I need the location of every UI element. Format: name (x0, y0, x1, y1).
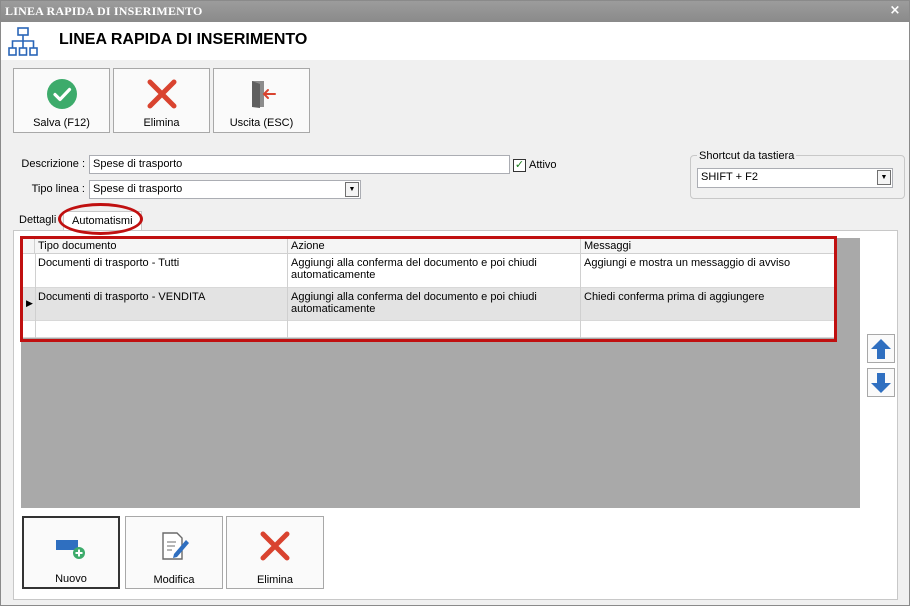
delete-row-button-label: Elimina (256, 574, 294, 586)
add-row-icon (56, 540, 85, 559)
grid-divider (35, 254, 36, 338)
title-bar-text: LINEA RAPIDA DI INSERIMENTO (5, 4, 203, 18)
tab-automatismi[interactable]: Automatismi (63, 211, 142, 231)
shortcut-value: SHIFT + F2 (701, 171, 758, 183)
descrizione-label: Descrizione : (21, 158, 85, 170)
automatismi-grid: Tipo documento Azione Messaggi Documenti… (21, 238, 835, 338)
current-row-indicator-icon: ▶ (26, 298, 33, 308)
checkmark-icon (46, 79, 77, 109)
move-up-button[interactable] (867, 334, 895, 363)
tab-dettagli[interactable]: Dettagli (19, 211, 56, 231)
shortcut-legend: Shortcut da tastiera (697, 150, 797, 162)
chevron-down-icon[interactable]: ▼ (877, 170, 891, 185)
grid-divider (287, 254, 288, 338)
column-header-tipo[interactable]: Tipo documento (35, 238, 288, 254)
delete-button-label: Elimina (143, 117, 180, 129)
cell-messaggi: Chiedi conferma prima di aggiungere (584, 291, 765, 303)
table-row[interactable]: Documenti di trasporto - Tutti Aggiungi … (21, 254, 835, 288)
exit-button[interactable]: Uscita (ESC) (213, 68, 310, 133)
table-row-new[interactable] (21, 321, 835, 338)
descrizione-input[interactable]: Spese di trasporto (89, 155, 510, 174)
delete-x-icon (260, 531, 290, 561)
page-title: LINEA RAPIDA DI INSERIMENTO (59, 31, 308, 48)
move-down-button[interactable] (867, 368, 895, 397)
title-bar: LINEA RAPIDA DI INSERIMENTO (1, 1, 909, 22)
edit-document-icon (162, 532, 189, 560)
exit-button-label: Uscita (ESC) (229, 117, 294, 129)
cell-messaggi: Aggiungi e mostra un messaggio di avviso (584, 257, 791, 269)
grid-header: Tipo documento Azione Messaggi (21, 238, 835, 254)
row-header-corner (21, 238, 35, 254)
tipo-linea-value: Spese di trasporto (93, 183, 183, 195)
form-header: LINEA RAPIDA DI INSERIMENTO (1, 22, 909, 60)
delete-x-icon (147, 79, 176, 109)
table-row-selected[interactable]: ▶ Documenti di trasporto - VENDITA Aggiu… (21, 288, 835, 321)
exit-door-icon (251, 81, 276, 108)
column-header-azione[interactable]: Azione (288, 238, 581, 254)
delete-button[interactable]: Elimina (113, 68, 210, 133)
delete-row-button[interactable]: Elimina (226, 516, 324, 589)
cell-tipo: Documenti di trasporto - VENDITA (38, 291, 206, 303)
save-button[interactable]: Salva (F12) (13, 68, 110, 133)
cell-azione: Aggiungi alla conferma del documento e p… (291, 291, 537, 315)
attivo-label: Attivo (529, 159, 557, 171)
new-button[interactable]: Nuovo (22, 516, 120, 589)
window: LINEA RAPIDA DI INSERIMENTO × LINEA RAPI… (0, 0, 910, 606)
tipo-linea-label: Tipo linea : (31, 183, 85, 195)
column-header-messaggi[interactable]: Messaggi (581, 238, 835, 254)
chevron-down-icon[interactable]: ▼ (345, 182, 359, 197)
cell-tipo: Documenti di trasporto - Tutti (38, 257, 180, 269)
new-button-label: Nuovo (55, 573, 87, 585)
save-button-label: Salva (F12) (33, 117, 90, 129)
tipo-linea-select[interactable]: Spese di trasporto ▼ (89, 180, 361, 199)
attivo-checkbox[interactable]: ✓ (513, 159, 526, 172)
close-button[interactable]: × (889, 4, 901, 17)
edit-button[interactable]: Modifica (125, 516, 223, 589)
arrow-up-icon (871, 338, 891, 359)
edit-button-label: Modifica (153, 574, 195, 586)
network-structure-icon (7, 26, 39, 61)
cell-azione: Aggiungi alla conferma del documento e p… (291, 257, 537, 281)
shortcut-select[interactable]: SHIFT + F2 ▼ (697, 168, 893, 188)
arrow-down-icon (871, 372, 891, 393)
grid-divider (580, 254, 581, 338)
